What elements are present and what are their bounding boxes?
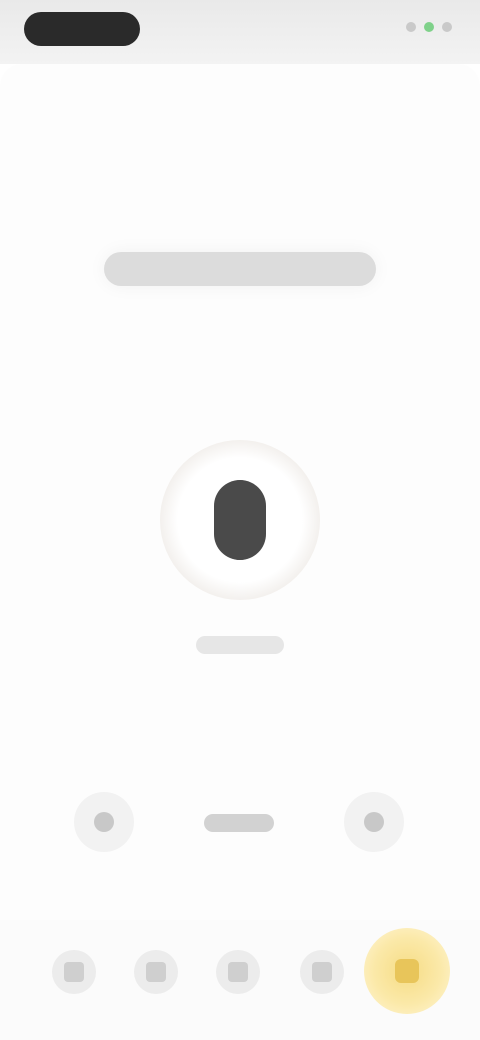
right-control-icon <box>364 812 384 832</box>
microphone-icon <box>214 480 266 560</box>
status-time-pill <box>24 12 140 46</box>
bottom-nav <box>0 920 480 1040</box>
signal-icon <box>406 22 416 32</box>
voice-assistant-screen <box>0 0 480 1040</box>
nav-item-1[interactable] <box>52 950 96 994</box>
nav-icon-5 <box>395 959 419 983</box>
left-control-icon <box>94 812 114 832</box>
nav-icon-3 <box>228 962 248 982</box>
nav-item-3[interactable] <box>216 950 260 994</box>
page-heading <box>104 252 376 286</box>
microphone-button[interactable] <box>214 480 266 560</box>
nav-icon-4 <box>312 962 332 982</box>
right-control-button[interactable] <box>344 792 404 852</box>
left-control-button[interactable] <box>74 792 134 852</box>
mic-caption <box>196 636 284 654</box>
battery-icon <box>442 22 452 32</box>
nav-icon-2 <box>146 962 166 982</box>
nav-item-2[interactable] <box>134 950 178 994</box>
status-icons <box>406 22 452 32</box>
center-control-label[interactable] <box>204 814 274 832</box>
status-bar <box>0 0 480 64</box>
wifi-icon <box>424 22 434 32</box>
nav-item-4[interactable] <box>300 950 344 994</box>
nav-item-5-active[interactable] <box>364 928 450 1014</box>
nav-icon-1 <box>64 962 84 982</box>
